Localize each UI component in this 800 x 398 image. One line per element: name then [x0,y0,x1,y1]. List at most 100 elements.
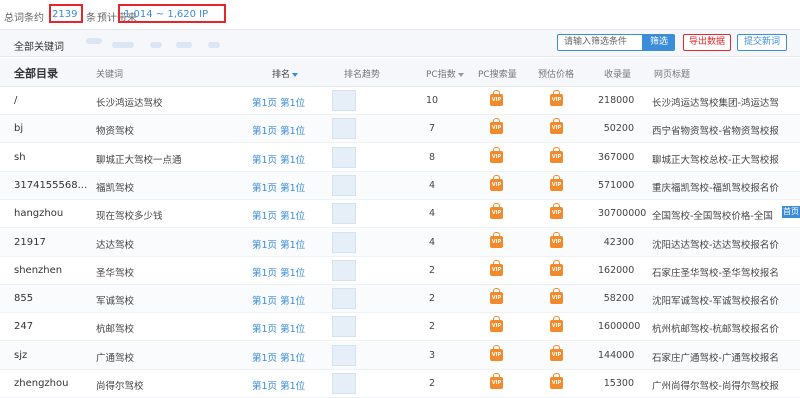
rank-trend-sparkline[interactable] [332,373,356,394]
page-title-cell[interactable]: 石家庄圣华驾校-圣华驾校报名 [652,265,800,279]
rank-link[interactable]: 第1页 第1位 [252,378,305,392]
summary-bar: 总词条约 2139 条 预计带来 1,014 ~ 1,620 IP [0,0,800,30]
rank-link[interactable]: 第1页 第1位 [252,152,305,166]
vip-lock-icon-price[interactable]: VIP [550,288,563,305]
vip-lock-icon-pc-search[interactable]: VIP [490,373,503,389]
vip-lock-icon-pc-search[interactable]: VIP [490,203,503,220]
vip-lock-icon-pc-search[interactable]: VIP [490,146,503,163]
sort-caret-icon[interactable] [292,72,299,77]
pc-index-cell: 4 [428,208,436,220]
pc-index-cell: 2 [428,293,436,305]
directory-cell[interactable]: zhengzhou [14,378,68,389]
page-title-cell[interactable]: 石家庄广通驾校-广通驾校报名 [652,350,800,364]
keyword-cell: 广通驾校 [96,352,135,364]
indexed-count-cell: 58200 [603,293,634,305]
sort-caret-icon[interactable] [457,72,464,77]
pc-index-cell: 4 [428,179,436,191]
vip-label: VIP [491,238,502,245]
page-title-cell[interactable]: 广州尚得尔驾校-尚得尔驾校报 [652,378,800,392]
vip-lock-icon-pc-search[interactable]: VIP [490,118,503,135]
page-title-cell[interactable]: 西宁省物资驾校-省物资驾校报 [652,123,800,137]
rank-trend-sparkline[interactable] [332,259,356,281]
export-data-button[interactable]: 导出数据 [683,34,731,51]
directory-cell[interactable]: 247 [14,321,33,332]
vip-label: VIP [491,181,502,188]
directory-cell[interactable]: sjz [14,350,27,361]
vip-lock-icon-pc-search[interactable]: VIP [490,174,503,191]
directory-cell[interactable]: / [14,95,17,106]
keyword-header: 关键词 [96,70,124,80]
page-title-cell[interactable]: 聊城正大驾校总校-正大驾校报 [652,152,800,166]
rank-link[interactable]: 第1页 第1位 [252,265,305,279]
vip-lock-icon-price[interactable]: VIP [550,146,563,163]
keyword-cell: 聊城正大驾校一点通 [96,154,182,166]
rank-link[interactable]: 第1页 第1位 [252,95,305,109]
pc-index-header[interactable]: PC指数 [426,67,464,80]
keyword-cell: 现在驾校多少钱 [96,211,163,223]
rank-trend-sparkline[interactable] [332,118,356,140]
vip-lock-icon-pc-search[interactable]: VIP [490,231,503,248]
vip-lock-icon-price[interactable]: VIP [550,174,563,191]
filter-search-input[interactable]: 请输入筛选条件 [557,34,643,51]
rank-link[interactable]: 第1页 第1位 [252,208,305,222]
rank-link[interactable]: 第1页 第1位 [252,180,305,194]
pc-index-cell: 8 [428,151,436,163]
directory-cell[interactable]: 21917 [14,237,46,248]
page-title-cell[interactable]: 沈阳达达驾校-达达驾校报名价 [652,237,800,251]
rank-link[interactable]: 第1页 第1位 [252,350,305,364]
vip-lock-icon-price[interactable]: VIP [550,118,563,135]
directory-cell[interactable]: sh [14,152,26,163]
rank-link[interactable]: 第1页 第1位 [252,293,305,307]
vip-lock-icon-pc-search[interactable]: VIP [490,316,503,333]
summary-prefix: 总词条约 [4,13,44,24]
vip-label: VIP [491,153,502,160]
directory-cell[interactable]: 3174155568... [14,180,87,191]
keyword-cell: 军诚驾校 [96,296,135,308]
page-title-cell[interactable]: 重庆福凯驾校-福凯驾校报名价 [652,180,800,194]
page-title-cell[interactable]: 长沙鸿运达驾校集团-鸿运达驾 [652,95,800,109]
rank-link[interactable]: 第1页 第1位 [252,123,305,137]
vip-lock-icon-price[interactable]: VIP [550,90,563,106]
directory-header[interactable]: 全部目录 [14,65,58,81]
vip-label: VIP [551,238,562,245]
directory-cell[interactable]: hangzhou [14,208,63,219]
traffic-highlight-box [118,4,226,23]
blurred-filter [112,42,134,48]
vip-label: VIP [551,97,562,103]
vip-lock-icon-price[interactable]: VIP [550,203,563,220]
all-keywords-tab[interactable]: 全部关键词 [14,38,64,53]
vip-lock-icon-pc-search[interactable]: VIP [490,259,503,276]
vip-lock-icon-price[interactable]: VIP [550,259,563,276]
rank-header[interactable]: 排名 [272,67,299,80]
directory-cell[interactable]: shenzhen [14,265,62,276]
table-row: 21917 达达驾校 第1页 第1位 4 VIP VIP 42300 沈阳达达驾校-达达驾校报… [0,228,800,257]
vip-lock-icon-price[interactable]: VIP [550,231,563,248]
vip-label: VIP [551,380,562,386]
vip-lock-icon-price[interactable]: VIP [550,344,563,361]
vip-label: VIP [491,266,502,273]
vip-label: VIP [491,380,502,386]
rank-trend-sparkline[interactable] [332,174,356,196]
vip-lock-icon-pc-search[interactable]: VIP [490,90,503,106]
rank-trend-sparkline[interactable] [332,90,356,111]
rank-trend-sparkline[interactable] [332,203,356,225]
pc-index-cell: 7 [428,123,436,135]
rank-trend-sparkline[interactable] [332,344,356,366]
submit-new-keyword-button[interactable]: 提交新词 [737,34,787,51]
vip-lock-icon-price[interactable]: VIP [550,373,563,389]
page-title-cell[interactable]: 杭州杭邮驾校-杭邮驾校报名价 [652,321,800,335]
vip-lock-icon-pc-search[interactable]: VIP [490,344,503,361]
page-title-cell[interactable]: 沈阳军诚驾校-军诚驾校报名价 [652,293,800,307]
vip-lock-icon-pc-search[interactable]: VIP [490,288,503,305]
rank-trend-sparkline[interactable] [332,316,356,338]
rank-trend-sparkline[interactable] [332,231,356,253]
page-title-cell[interactable]: 全国驾校-全国驾校价格-全国 [652,208,800,222]
rank-link[interactable]: 第1页 第1位 [252,321,305,335]
rank-trend-sparkline[interactable] [332,146,356,168]
rank-link[interactable]: 第1页 第1位 [252,237,305,251]
rank-trend-sparkline[interactable] [332,288,356,310]
filter-button[interactable]: 筛选 [643,34,675,51]
directory-cell[interactable]: bj [14,123,23,134]
vip-lock-icon-price[interactable]: VIP [550,316,563,333]
directory-cell[interactable]: 855 [14,293,33,304]
